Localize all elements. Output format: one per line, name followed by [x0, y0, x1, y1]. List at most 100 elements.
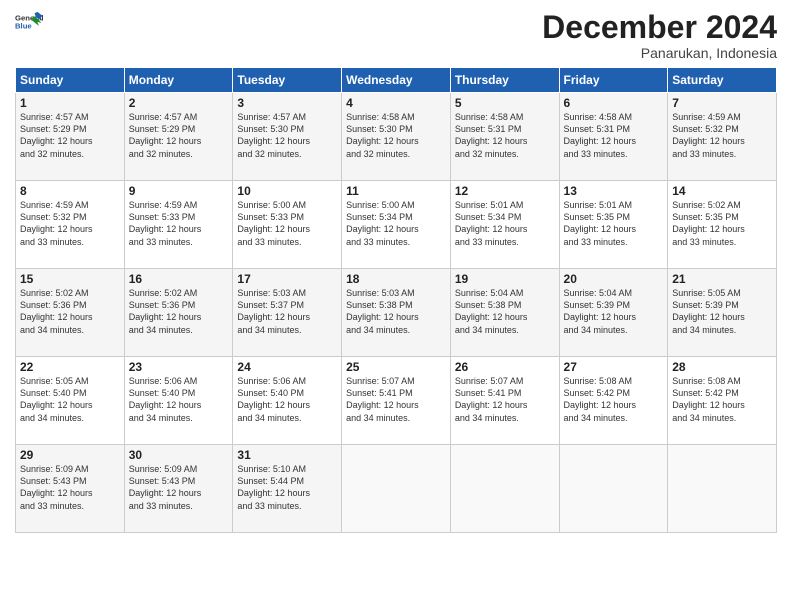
day-number: 31 [237, 448, 337, 462]
day-number: 16 [129, 272, 229, 286]
day-cell [559, 445, 668, 533]
day-info: Sunrise: 5:02 AM Sunset: 5:35 PM Dayligh… [672, 199, 772, 248]
day-cell: 12Sunrise: 5:01 AM Sunset: 5:34 PM Dayli… [450, 181, 559, 269]
day-info: Sunrise: 4:59 AM Sunset: 5:33 PM Dayligh… [129, 199, 229, 248]
day-cell: 13Sunrise: 5:01 AM Sunset: 5:35 PM Dayli… [559, 181, 668, 269]
day-number: 23 [129, 360, 229, 374]
day-cell: 16Sunrise: 5:02 AM Sunset: 5:36 PM Dayli… [124, 269, 233, 357]
day-info: Sunrise: 4:58 AM Sunset: 5:30 PM Dayligh… [346, 111, 446, 160]
day-info: Sunrise: 5:07 AM Sunset: 5:41 PM Dayligh… [346, 375, 446, 424]
day-number: 5 [455, 96, 555, 110]
day-info: Sunrise: 4:57 AM Sunset: 5:29 PM Dayligh… [20, 111, 120, 160]
day-number: 12 [455, 184, 555, 198]
day-number: 10 [237, 184, 337, 198]
day-info: Sunrise: 4:59 AM Sunset: 5:32 PM Dayligh… [672, 111, 772, 160]
day-info: Sunrise: 5:06 AM Sunset: 5:40 PM Dayligh… [129, 375, 229, 424]
day-info: Sunrise: 5:01 AM Sunset: 5:34 PM Dayligh… [455, 199, 555, 248]
day-cell: 5Sunrise: 4:58 AM Sunset: 5:31 PM Daylig… [450, 93, 559, 181]
day-number: 11 [346, 184, 446, 198]
day-number: 17 [237, 272, 337, 286]
day-info: Sunrise: 5:09 AM Sunset: 5:43 PM Dayligh… [129, 463, 229, 512]
week-row-2: 8Sunrise: 4:59 AM Sunset: 5:32 PM Daylig… [16, 181, 777, 269]
day-info: Sunrise: 5:07 AM Sunset: 5:41 PM Dayligh… [455, 375, 555, 424]
day-number: 8 [20, 184, 120, 198]
day-number: 15 [20, 272, 120, 286]
day-cell [450, 445, 559, 533]
day-cell: 31Sunrise: 5:10 AM Sunset: 5:44 PM Dayli… [233, 445, 342, 533]
day-number: 27 [564, 360, 664, 374]
calendar-body: 1Sunrise: 4:57 AM Sunset: 5:29 PM Daylig… [16, 93, 777, 533]
day-number: 22 [20, 360, 120, 374]
day-cell: 1Sunrise: 4:57 AM Sunset: 5:29 PM Daylig… [16, 93, 125, 181]
day-info: Sunrise: 4:57 AM Sunset: 5:30 PM Dayligh… [237, 111, 337, 160]
day-number: 14 [672, 184, 772, 198]
day-cell: 19Sunrise: 5:04 AM Sunset: 5:38 PM Dayli… [450, 269, 559, 357]
col-header-tuesday: Tuesday [233, 68, 342, 93]
day-cell: 18Sunrise: 5:03 AM Sunset: 5:38 PM Dayli… [342, 269, 451, 357]
week-row-4: 22Sunrise: 5:05 AM Sunset: 5:40 PM Dayli… [16, 357, 777, 445]
title-block: December 2024 Panarukan, Indonesia [542, 10, 777, 61]
day-cell: 9Sunrise: 4:59 AM Sunset: 5:33 PM Daylig… [124, 181, 233, 269]
day-cell: 26Sunrise: 5:07 AM Sunset: 5:41 PM Dayli… [450, 357, 559, 445]
day-number: 19 [455, 272, 555, 286]
week-row-3: 15Sunrise: 5:02 AM Sunset: 5:36 PM Dayli… [16, 269, 777, 357]
day-cell: 15Sunrise: 5:02 AM Sunset: 5:36 PM Dayli… [16, 269, 125, 357]
day-number: 13 [564, 184, 664, 198]
day-info: Sunrise: 5:05 AM Sunset: 5:40 PM Dayligh… [20, 375, 120, 424]
day-info: Sunrise: 5:08 AM Sunset: 5:42 PM Dayligh… [672, 375, 772, 424]
calendar-table: SundayMondayTuesdayWednesdayThursdayFrid… [15, 67, 777, 533]
day-info: Sunrise: 5:02 AM Sunset: 5:36 PM Dayligh… [20, 287, 120, 336]
day-info: Sunrise: 5:04 AM Sunset: 5:39 PM Dayligh… [564, 287, 664, 336]
day-cell [342, 445, 451, 533]
day-cell: 23Sunrise: 5:06 AM Sunset: 5:40 PM Dayli… [124, 357, 233, 445]
day-info: Sunrise: 5:09 AM Sunset: 5:43 PM Dayligh… [20, 463, 120, 512]
logo: General Blue [15, 10, 43, 32]
day-cell: 11Sunrise: 5:00 AM Sunset: 5:34 PM Dayli… [342, 181, 451, 269]
day-cell: 17Sunrise: 5:03 AM Sunset: 5:37 PM Dayli… [233, 269, 342, 357]
day-info: Sunrise: 5:03 AM Sunset: 5:37 PM Dayligh… [237, 287, 337, 336]
day-number: 26 [455, 360, 555, 374]
day-number: 18 [346, 272, 446, 286]
day-info: Sunrise: 4:58 AM Sunset: 5:31 PM Dayligh… [455, 111, 555, 160]
day-number: 4 [346, 96, 446, 110]
day-cell: 3Sunrise: 4:57 AM Sunset: 5:30 PM Daylig… [233, 93, 342, 181]
day-number: 29 [20, 448, 120, 462]
col-header-monday: Monday [124, 68, 233, 93]
day-number: 28 [672, 360, 772, 374]
day-cell: 14Sunrise: 5:02 AM Sunset: 5:35 PM Dayli… [668, 181, 777, 269]
day-info: Sunrise: 5:01 AM Sunset: 5:35 PM Dayligh… [564, 199, 664, 248]
day-cell: 28Sunrise: 5:08 AM Sunset: 5:42 PM Dayli… [668, 357, 777, 445]
day-cell [668, 445, 777, 533]
day-cell: 6Sunrise: 4:58 AM Sunset: 5:31 PM Daylig… [559, 93, 668, 181]
day-number: 2 [129, 96, 229, 110]
day-cell: 21Sunrise: 5:05 AM Sunset: 5:39 PM Dayli… [668, 269, 777, 357]
day-number: 3 [237, 96, 337, 110]
day-info: Sunrise: 5:04 AM Sunset: 5:38 PM Dayligh… [455, 287, 555, 336]
day-cell: 20Sunrise: 5:04 AM Sunset: 5:39 PM Dayli… [559, 269, 668, 357]
day-number: 20 [564, 272, 664, 286]
day-info: Sunrise: 5:00 AM Sunset: 5:33 PM Dayligh… [237, 199, 337, 248]
day-cell: 22Sunrise: 5:05 AM Sunset: 5:40 PM Dayli… [16, 357, 125, 445]
day-info: Sunrise: 5:05 AM Sunset: 5:39 PM Dayligh… [672, 287, 772, 336]
day-info: Sunrise: 4:59 AM Sunset: 5:32 PM Dayligh… [20, 199, 120, 248]
col-header-sunday: Sunday [16, 68, 125, 93]
day-cell: 27Sunrise: 5:08 AM Sunset: 5:42 PM Dayli… [559, 357, 668, 445]
day-cell: 10Sunrise: 5:00 AM Sunset: 5:33 PM Dayli… [233, 181, 342, 269]
day-number: 21 [672, 272, 772, 286]
day-cell: 2Sunrise: 4:57 AM Sunset: 5:29 PM Daylig… [124, 93, 233, 181]
day-info: Sunrise: 4:58 AM Sunset: 5:31 PM Dayligh… [564, 111, 664, 160]
day-info: Sunrise: 5:00 AM Sunset: 5:34 PM Dayligh… [346, 199, 446, 248]
day-cell: 25Sunrise: 5:07 AM Sunset: 5:41 PM Dayli… [342, 357, 451, 445]
day-cell: 8Sunrise: 4:59 AM Sunset: 5:32 PM Daylig… [16, 181, 125, 269]
day-number: 30 [129, 448, 229, 462]
main-title: December 2024 [542, 10, 777, 45]
day-number: 24 [237, 360, 337, 374]
page-container: General Blue December 2024 Panarukan, In… [0, 0, 792, 543]
day-cell: 7Sunrise: 4:59 AM Sunset: 5:32 PM Daylig… [668, 93, 777, 181]
col-header-saturday: Saturday [668, 68, 777, 93]
header: General Blue December 2024 Panarukan, In… [15, 10, 777, 61]
day-cell: 4Sunrise: 4:58 AM Sunset: 5:30 PM Daylig… [342, 93, 451, 181]
col-header-friday: Friday [559, 68, 668, 93]
day-info: Sunrise: 5:03 AM Sunset: 5:38 PM Dayligh… [346, 287, 446, 336]
col-header-wednesday: Wednesday [342, 68, 451, 93]
